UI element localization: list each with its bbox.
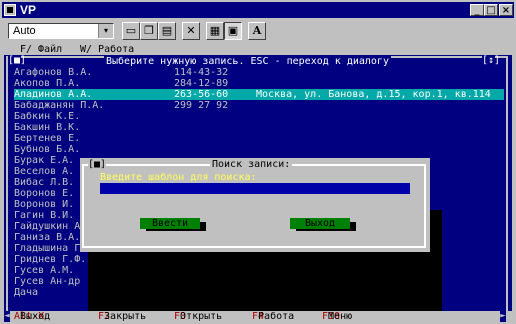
- chevron-down-icon[interactable]: ▾: [98, 24, 113, 38]
- menu-work[interactable]: W/ Работа: [80, 44, 134, 55]
- record-name: Аладинов А.А.: [14, 89, 93, 100]
- menu-file[interactable]: F/ Файл: [20, 44, 62, 55]
- toolbar: Auto ▾ ▭ ❐ ▤ ✕ ▦ ▣ A: [2, 20, 514, 42]
- scroll-left-icon[interactable]: ◄: [4, 311, 10, 322]
- record-phone: 263-56-60: [174, 89, 229, 100]
- font-button[interactable]: A: [248, 22, 266, 40]
- record-phone: 114-43-32: [174, 67, 229, 78]
- record-name: Ганиза В.А.: [14, 232, 81, 243]
- dialog-close-icon[interactable]: [■]: [88, 159, 107, 170]
- app-icon[interactable]: [4, 4, 16, 16]
- record-name: Гусев А.М.: [14, 265, 75, 276]
- search-prompt: Введите шаблон для поиска:: [100, 172, 257, 183]
- scroll-right-icon[interactable]: ►: [500, 311, 506, 322]
- menu-bar: F/ Файл W/ Работа: [4, 44, 512, 55]
- fullscreen-icon[interactable]: ✕: [182, 22, 200, 40]
- font-size-value: Auto: [13, 25, 36, 37]
- background-icon[interactable]: ▣: [224, 22, 242, 40]
- window-title: VP: [20, 3, 37, 17]
- record-phone: 284-12-89: [174, 78, 229, 89]
- list-item[interactable]: Акопов П.А. 284-12-89: [14, 78, 504, 89]
- list-item[interactable]: Аладинов А.А. 263-56-60 Москва, ул. Банова…: [14, 89, 504, 100]
- paste-icon[interactable]: ▤: [158, 22, 176, 40]
- list-item[interactable]: Бакшин В.К.: [14, 122, 504, 133]
- record-name: Бакшин В.К.: [14, 122, 81, 133]
- search-input[interactable]: [100, 183, 410, 194]
- ok-button[interactable]: Ввести: [140, 218, 200, 229]
- maximize-button[interactable]: □: [484, 4, 498, 16]
- status-bar: ◄ Alt-X Выход F2 Закрыть F3 Открыть F4 Р…: [4, 311, 512, 322]
- hotkey-f10[interactable]: F10 Меню: [322, 311, 352, 322]
- record-address: Москва, ул. Банова, д.15, кор.1, кв.114: [256, 89, 491, 100]
- exit-button[interactable]: Выход: [290, 218, 350, 229]
- list-item[interactable]: Бертенев Е.: [14, 133, 504, 144]
- font-size-select[interactable]: Auto ▾: [8, 23, 114, 39]
- record-name: Бабаджанян П.А.: [14, 100, 105, 111]
- record-name: Веселов А.: [14, 166, 75, 177]
- record-name: Дача: [14, 287, 39, 298]
- title-bar[interactable]: VP _ □ ×: [2, 2, 514, 18]
- hotkey-f2[interactable]: F2 Закрыть: [98, 311, 146, 322]
- search-dialog: [■] Поиск записи: Введите шаблон для пои…: [80, 158, 430, 252]
- hotkey-alt-x[interactable]: Alt-X Выход: [14, 311, 50, 322]
- record-name: Бертенев Е.: [14, 133, 81, 144]
- record-name: Бабкин К.Е.: [14, 111, 81, 122]
- list-item[interactable]: Агафонов В.А. 114-43-32: [14, 67, 504, 78]
- list-header: Выберите нужную запись. ESC - переход к …: [104, 56, 391, 67]
- list-resize-icon[interactable]: [↕]: [482, 55, 500, 66]
- properties-icon[interactable]: ▦: [206, 22, 224, 40]
- record-phone: 299 27 92: [174, 100, 229, 111]
- record-name: Бубнов Б.А.: [14, 144, 81, 155]
- list-item[interactable]: Бабаджанян П.А. 299 27 92: [14, 100, 504, 111]
- minimize-button[interactable]: _: [470, 4, 484, 16]
- record-name: Агафонов В.А.: [14, 67, 93, 78]
- record-name: Вибас Л.В.: [14, 177, 75, 188]
- list-item[interactable]: Бабкин К.Е.: [14, 111, 504, 122]
- record-name: Гагин В.И.: [14, 210, 75, 221]
- app-window: VP _ □ × Auto ▾ ▭ ❐ ▤ ✕ ▦ ▣ A F/ Файл W/…: [0, 0, 516, 324]
- record-name: Гриднев Г.Ф.: [14, 254, 87, 265]
- record-name: Воронов Е.: [14, 188, 75, 199]
- list-close-icon[interactable]: [■]: [8, 55, 26, 66]
- close-button[interactable]: ×: [499, 4, 513, 16]
- record-name: Акопов П.А.: [14, 78, 81, 89]
- dialog-title: Поиск записи:: [210, 159, 293, 170]
- record-name: Воронов И.: [14, 199, 75, 210]
- hotkey-f3[interactable]: F3 Открыть: [174, 311, 222, 322]
- list-item[interactable]: Бубнов Б.А.: [14, 144, 504, 155]
- hotkey-f4[interactable]: F4 Работа: [252, 311, 294, 322]
- mark-icon[interactable]: ▭: [122, 22, 140, 40]
- copy-icon[interactable]: ❐: [140, 22, 158, 40]
- console-area: F/ Файл W/ Работа [■] [↕] Выберите нужну…: [4, 44, 512, 322]
- record-name: Гусев Ан-др: [14, 276, 81, 287]
- record-name: Бурак Е.А.: [14, 155, 75, 166]
